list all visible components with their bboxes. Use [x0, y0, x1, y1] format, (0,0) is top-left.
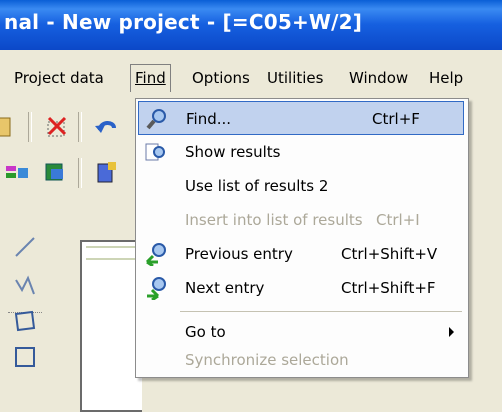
drawing-canvas[interactable] [80, 240, 142, 412]
menu-item-find-label: Find... [186, 110, 232, 128]
menu-item-previous-entry[interactable]: Previous entry Ctrl+Shift+V [138, 237, 464, 271]
title-bar: nal - New project - [=C05+W/2] [0, 0, 502, 50]
menu-options[interactable]: Options [188, 64, 254, 92]
menu-item-next-entry-label: Next entry [185, 279, 265, 297]
arrange-icon[interactable] [4, 158, 34, 188]
menu-utilities[interactable]: Utilities [263, 64, 327, 92]
window-title: nal - New project - [=C05+W/2] [4, 10, 363, 34]
menu-item-next-entry-shortcut: Ctrl+Shift+F [341, 279, 436, 297]
menu-bar: Project data Find Options Utilities Wind… [0, 58, 502, 98]
menu-window[interactable]: Window [345, 64, 412, 92]
open-icon[interactable] [0, 112, 16, 142]
menu-utilities-label: Utilities [267, 69, 324, 87]
menu-item-synchronize-label: Synchronize selection [185, 351, 349, 369]
delete-icon[interactable] [42, 112, 72, 142]
find-menu-dropdown: Find... Ctrl+F Show results Use list of … [135, 98, 469, 378]
layers-icon[interactable] [40, 158, 70, 188]
submenu-arrow-icon [449, 327, 454, 337]
menu-find[interactable]: Find [130, 64, 171, 92]
workspace-right [467, 98, 502, 408]
menu-item-find[interactable]: Find... Ctrl+F [138, 101, 464, 135]
menu-item-show-results-label: Show results [185, 143, 281, 161]
menu-project-data[interactable]: Project data [10, 64, 108, 92]
menu-item-insert-label: Insert into list of results [185, 211, 363, 229]
menu-options-label: Options [192, 69, 250, 87]
menu-item-show-results[interactable]: Show results [138, 135, 464, 169]
polygon-tool-icon[interactable] [10, 306, 40, 336]
menu-item-previous-entry-label: Previous entry [185, 245, 293, 263]
rectangle-tool-icon[interactable] [10, 342, 40, 372]
menu-item-next-entry[interactable]: Next entry Ctrl+Shift+F [138, 271, 464, 305]
menu-project-data-label: Project data [14, 69, 104, 87]
previous-arrow-icon [144, 242, 168, 268]
menu-item-insert-into-list: Insert into list of results Ctrl+I [138, 203, 464, 237]
results-icon [144, 140, 168, 164]
search-icon [145, 107, 169, 131]
toolbar-separator [28, 112, 32, 142]
drawing-panel [60, 210, 142, 412]
menu-item-find-shortcut: Ctrl+F [372, 110, 420, 128]
toolbar-separator [78, 112, 82, 142]
menu-item-use-list-label: Use list of results 2 [185, 177, 329, 195]
menu-help[interactable]: Help [425, 64, 467, 92]
menu-help-label: Help [429, 69, 464, 87]
polyline-tool-icon[interactable] [10, 270, 40, 300]
toolbar-separator [78, 158, 82, 188]
canvas-header-lines [86, 246, 142, 260]
menu-item-use-list-of-results[interactable]: Use list of results 2 [138, 169, 464, 203]
next-arrow-icon [144, 276, 168, 302]
menu-item-synchronize-selection: Synchronize selection [138, 343, 464, 377]
menu-item-previous-entry-shortcut: Ctrl+Shift+V [341, 245, 438, 263]
line-tool-icon[interactable] [10, 232, 40, 262]
menu-find-label: Find [135, 69, 166, 87]
menu-item-insert-shortcut: Ctrl+I [376, 211, 420, 229]
undo-icon[interactable] [92, 112, 122, 142]
properties-icon[interactable] [92, 158, 122, 188]
menu-window-label: Window [349, 69, 409, 87]
menu-separator [180, 311, 462, 312]
